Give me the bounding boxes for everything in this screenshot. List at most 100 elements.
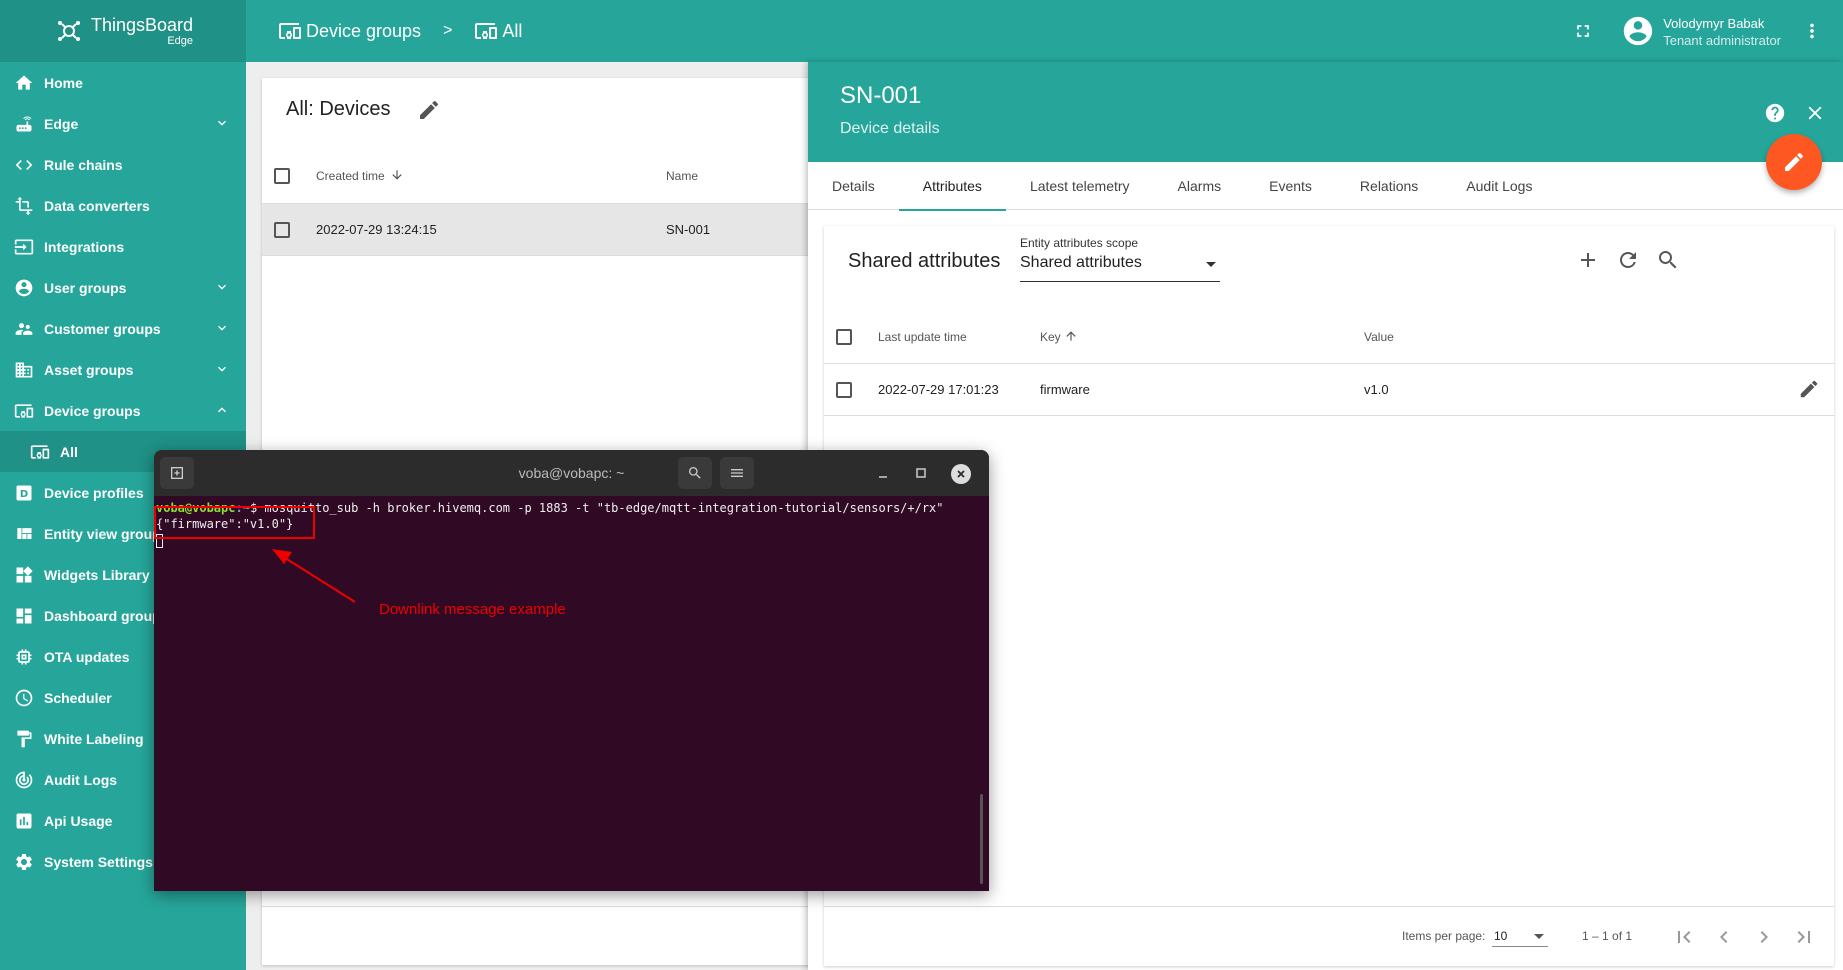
chevron-down-icon[interactable]: [214, 279, 230, 295]
attributes-paginator: Items per page: 10 1 – 1 of 1: [824, 906, 1834, 966]
scope-select[interactable]: Shared attributes: [1020, 254, 1220, 282]
sidebar-item-label: Edge: [44, 115, 79, 132]
details-subtitle: Device details: [840, 120, 940, 137]
next-page-icon[interactable]: [1752, 925, 1776, 949]
chevron-down-icon[interactable]: [214, 115, 230, 131]
tab-latest-telemetry[interactable]: Latest telemetry: [1006, 162, 1154, 210]
sidebar-item-label: Audit Logs: [44, 771, 118, 788]
terminal-menu-button[interactable]: [720, 457, 754, 489]
dropdown-arrow-icon: [1534, 934, 1544, 939]
col-value[interactable]: Value: [1364, 330, 1394, 344]
home-icon: [12, 71, 36, 95]
devices-list-title: All: Devices: [286, 98, 391, 120]
chevron-up-icon[interactable]: [214, 402, 230, 418]
tab-audit-logs[interactable]: Audit Logs: [1442, 162, 1556, 210]
sidebar-item-user-groups[interactable]: User groups: [0, 267, 246, 308]
close-icon[interactable]: [1804, 102, 1826, 124]
search-icon[interactable]: [1656, 248, 1680, 272]
more-vert-icon[interactable]: [1801, 20, 1823, 42]
sidebar-item-label: White Labeling: [44, 730, 144, 747]
transform-icon: [12, 194, 36, 218]
edit-icon[interactable]: [417, 98, 441, 122]
prev-page-icon[interactable]: [1712, 925, 1736, 949]
close-window-icon[interactable]: [951, 464, 971, 484]
sidebar-item-rule-chains[interactable]: Rule chains: [0, 144, 246, 185]
arrow-down-icon: [392, 170, 402, 180]
memory-icon: [12, 645, 36, 669]
terminal-search-button[interactable]: [678, 457, 712, 489]
domain-icon: [12, 358, 36, 382]
row-last-update: 2022-07-29 17:01:23: [878, 382, 999, 397]
hamburger-menu-icon: [731, 469, 743, 477]
devices-icon: [28, 440, 52, 464]
sidebar-item-home[interactable]: Home: [0, 62, 246, 103]
sidebar-item-device-groups[interactable]: Device groups: [0, 390, 246, 431]
format-paint-icon: [12, 727, 36, 751]
widgets-icon: [12, 563, 36, 587]
add-icon[interactable]: [1576, 248, 1600, 272]
brand-name: ThingsBoard: [90, 14, 194, 35]
col-key[interactable]: Key: [1040, 330, 1061, 344]
tab-events[interactable]: Events: [1245, 162, 1336, 210]
refresh-icon[interactable]: [1616, 248, 1640, 272]
table-row[interactable]: 2022-07-29 17:01:23 firmware v1.0: [824, 364, 1834, 416]
code-icon: [12, 153, 36, 177]
router-icon: [12, 112, 36, 136]
select-all-checkbox[interactable]: [836, 329, 852, 345]
col-last-update[interactable]: Last update time: [878, 330, 967, 344]
breadcrumb-device-groups[interactable]: Device groups: [306, 21, 421, 42]
fullscreen-icon[interactable]: [1573, 21, 1593, 41]
maximize-icon[interactable]: [912, 464, 930, 482]
scope-label: Entity attributes scope: [1020, 236, 1139, 250]
topbar-actions: Volodymyr Babak Tenant administrator: [1573, 0, 1843, 62]
breadcrumb-separator: >: [443, 22, 453, 39]
chevron-down-icon[interactable]: [214, 361, 230, 377]
attributes-table-header: Last update time Key Value: [824, 310, 1834, 364]
sidebar-item-label: Widgets Library: [44, 566, 150, 583]
edit-icon[interactable]: [1798, 378, 1820, 400]
select-all-checkbox[interactable]: [274, 168, 290, 184]
row-checkbox[interactable]: [274, 222, 290, 238]
last-page-icon[interactable]: [1792, 925, 1816, 949]
chevron-down-icon[interactable]: [214, 320, 230, 336]
brand-sub: Edge: [167, 34, 194, 47]
help-icon[interactable]: [1764, 102, 1786, 124]
row-created-time: 2022-07-29 13:24:15: [316, 222, 437, 237]
col-name[interactable]: Name: [666, 169, 698, 183]
first-page-icon[interactable]: [1672, 925, 1696, 949]
sidebar-item-label: Device profiles: [44, 484, 144, 501]
items-per-page-select[interactable]: 10: [1492, 925, 1548, 947]
app-logo[interactable]: ThingsBoard Edge: [0, 0, 246, 62]
sidebar-item-label: Customer groups: [44, 320, 161, 337]
tab-alarms[interactable]: Alarms: [1154, 162, 1246, 210]
details-header: SN-001 Device details: [808, 62, 1843, 162]
terminal-title: voba@vobapc: ~: [518, 465, 625, 481]
tab-attributes[interactable]: Attributes: [898, 162, 1007, 211]
sidebar-item-asset-groups[interactable]: Asset groups: [0, 349, 246, 390]
scope-value: Shared attributes: [1020, 254, 1142, 271]
sidebar-item-integrations[interactable]: Integrations: [0, 226, 246, 267]
terminal-output[interactable]: voba@vobapc:~$ mosquitto_sub -h broker.h…: [154, 496, 989, 891]
tab-details[interactable]: Details: [808, 162, 899, 210]
row-checkbox[interactable]: [836, 382, 852, 398]
attributes-title: Shared attributes: [848, 250, 1001, 272]
row-value: v1.0: [1364, 382, 1389, 397]
dropdown-arrow-icon: [1206, 262, 1216, 267]
row-key: firmware: [1040, 382, 1090, 397]
col-created-time[interactable]: Created time: [316, 169, 385, 183]
sidebar-item-customer-groups[interactable]: Customer groups: [0, 308, 246, 349]
breadcrumb-all[interactable]: All: [502, 21, 522, 42]
terminal-titlebar[interactable]: voba@vobapc: ~: [154, 450, 989, 496]
view-quilt-icon: [12, 522, 36, 546]
sidebar-item-edge[interactable]: Edge: [0, 103, 246, 144]
insert-chart-icon: [12, 809, 36, 833]
user-menu[interactable]: Volodymyr Babak Tenant administrator: [1621, 14, 1781, 49]
sidebar-item-label: Data converters: [44, 197, 150, 214]
terminal-scrollbar[interactable]: [980, 794, 983, 884]
table-row[interactable]: 2022-07-29 13:24:15 SN-001: [262, 204, 822, 256]
annotation-label: Downlink message example: [379, 601, 566, 618]
minimize-icon[interactable]: [874, 464, 892, 482]
tab-relations[interactable]: Relations: [1336, 162, 1442, 210]
sidebar-item-data-converters[interactable]: Data converters: [0, 185, 246, 226]
user-role: Tenant administrator: [1663, 33, 1781, 49]
